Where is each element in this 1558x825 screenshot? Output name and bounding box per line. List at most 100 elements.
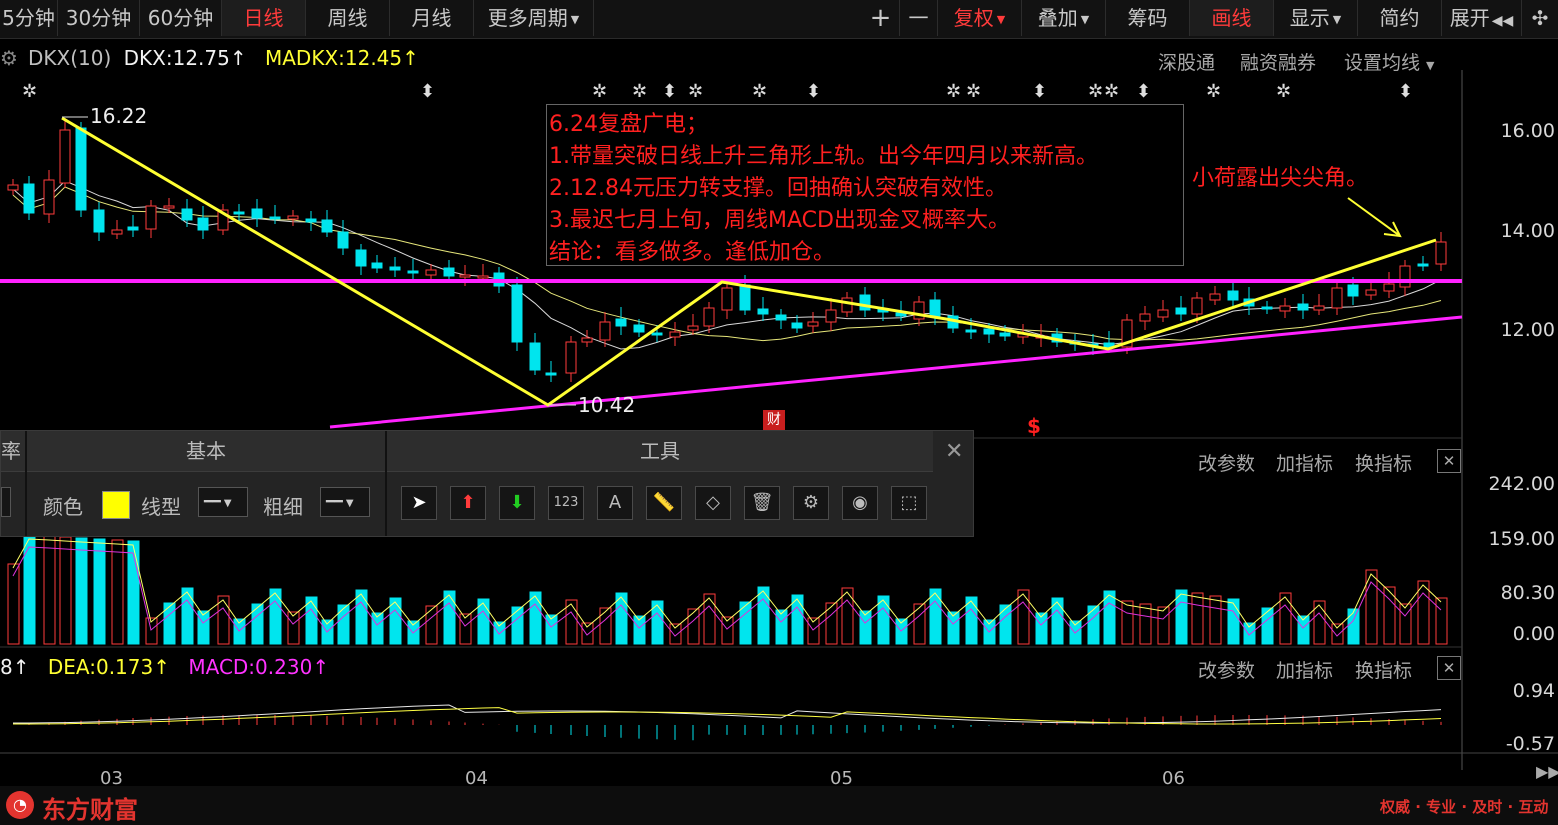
event-marker-icon: ✲	[688, 81, 703, 102]
toolbox-tab-fragment[interactable]: 率	[1, 431, 25, 472]
color-label: 颜色	[43, 495, 83, 519]
fuquan-dropdown[interactable]: 复权 ▼	[938, 0, 1022, 36]
close-icon[interactable]: ✕	[1437, 449, 1461, 473]
chevron-down-icon: ▼	[570, 12, 580, 26]
candle-body	[615, 318, 627, 327]
vol-tick-0: 0.00	[1512, 623, 1555, 645]
volume-bar	[337, 604, 350, 645]
support-trend-line[interactable]	[329, 315, 1463, 429]
vol-tick-80: 80.30	[1500, 582, 1555, 604]
period-weekly-button[interactable]: 周线	[306, 0, 390, 36]
macd-value: MACD:0.230	[188, 655, 313, 679]
volume-bar	[1279, 592, 1292, 645]
candle-body	[305, 218, 317, 223]
vol-change-params-link[interactable]: 改参数	[1198, 449, 1255, 476]
up-arrow-tool[interactable]: ⬆	[450, 486, 486, 520]
ruler-tool[interactable]: 📏	[646, 486, 682, 520]
simple-mode-button[interactable]: 简约	[1358, 0, 1442, 36]
gear-icon: ⚙	[802, 492, 820, 513]
macd-change-params-link[interactable]: 改参数	[1198, 656, 1255, 683]
volume-bar	[1157, 606, 1170, 645]
vol-switch-indicator-link[interactable]: 换指标	[1355, 449, 1412, 476]
right-annotation-text[interactable]: 小荷露出尖尖角。	[1192, 160, 1368, 192]
scroll-right-icon[interactable]: ▶▶	[1536, 762, 1558, 781]
period-30min-button[interactable]: 30分钟	[58, 0, 140, 36]
volume-bar	[913, 603, 926, 645]
candle-body	[1297, 303, 1309, 311]
event-marker-icon: ⬍	[806, 81, 821, 102]
finance-badge[interactable]: 财	[763, 410, 785, 430]
zoom-in-button[interactable]: +	[862, 0, 900, 36]
number-tool[interactable]: 123	[548, 486, 584, 520]
volume-bar	[511, 606, 524, 645]
chevron-down-icon: ▼	[345, 498, 354, 509]
tab-basic[interactable]: 基本	[27, 431, 385, 472]
event-marker-icon: ⬍	[1136, 81, 1151, 102]
candle-body	[181, 208, 193, 221]
event-marker-icon: ✲	[22, 81, 37, 102]
display-dropdown[interactable]: 显示 ▼	[1274, 0, 1358, 36]
draw-cursor-tool[interactable]: ⬚	[891, 486, 927, 520]
analysis-note-box[interactable]: 6.24复盘广电； 1.带量突破日线上升三角形上轨。出今年四月以来新高。 2.1…	[546, 104, 1184, 266]
candle-body	[43, 179, 55, 215]
candle-body	[233, 211, 245, 215]
macd-switch-indicator-link[interactable]: 换指标	[1355, 656, 1412, 683]
period-daily-button[interactable]: 日线	[222, 0, 306, 36]
expand-button[interactable]: 展开 ◀◀	[1442, 0, 1522, 36]
more-periods-dropdown[interactable]: 更多周期 ▼	[474, 0, 594, 36]
toolbox-select-fragment[interactable]	[1, 487, 11, 517]
candle-body	[371, 262, 383, 269]
volume-bar	[999, 604, 1012, 645]
close-icon[interactable]: ✕	[945, 439, 963, 464]
event-marker-icon: ✲	[1276, 81, 1291, 102]
candle-body	[825, 309, 837, 323]
candle-body	[703, 307, 715, 327]
chips-button[interactable]: 筹码	[1106, 0, 1190, 36]
thickness-select[interactable]: ━━ ▼	[320, 487, 370, 517]
candle-body	[599, 321, 611, 341]
overlay-dropdown[interactable]: 叠加 ▼	[1022, 0, 1106, 36]
settings-tool[interactable]: ⚙	[793, 486, 829, 520]
candle-body	[1331, 287, 1343, 309]
eraser-tool[interactable]: ◇	[695, 486, 731, 520]
volume-bar	[269, 588, 282, 645]
period-60min-button[interactable]: 60分钟	[140, 0, 222, 36]
chevron-down-icon: ▼	[1332, 12, 1342, 26]
annotation-arrow-line	[1347, 197, 1401, 237]
candle-body	[407, 270, 419, 274]
line-type-select[interactable]: ━━ ▼	[198, 487, 248, 517]
fullscreen-button[interactable]: ✣	[1522, 0, 1558, 36]
delete-tool[interactable]: 🗑	[744, 486, 780, 520]
period-monthly-button[interactable]: 月线	[390, 0, 474, 36]
text-tool[interactable]: A	[597, 486, 633, 520]
volume-bar	[1175, 589, 1188, 645]
dividend-badge[interactable]: $	[1027, 414, 1041, 438]
macd-title: 8↑ DEA:0.173↑ MACD:0.230↑	[0, 655, 329, 679]
candle-body	[633, 324, 645, 333]
candle-body	[1175, 307, 1187, 315]
thickness-label: 粗细	[263, 495, 303, 519]
candle-body	[459, 274, 471, 278]
eye-icon: ◉	[852, 492, 868, 513]
gear-icon[interactable]: ⚙	[0, 46, 24, 70]
tab-tools[interactable]: 工具	[387, 431, 933, 472]
candle-body	[287, 215, 299, 220]
display-label: 显示	[1289, 6, 1330, 30]
visibility-tool[interactable]: ◉	[842, 486, 878, 520]
period-5min-button[interactable]: 5分钟	[0, 0, 58, 36]
draw-cursor-icon: ⬚	[900, 492, 918, 513]
color-swatch[interactable]	[102, 491, 130, 519]
low-price-label: 10.42	[578, 393, 636, 417]
draw-line-button[interactable]: 画线	[1190, 0, 1274, 36]
up-arrow-icon: ↑	[12, 655, 30, 679]
double-left-arrow-icon: ◀◀	[1491, 13, 1514, 29]
volume-bar	[217, 595, 230, 645]
vol-add-indicator-link[interactable]: 加指标	[1276, 449, 1333, 476]
down-arrow-tool[interactable]: ⬇	[499, 486, 535, 520]
close-icon[interactable]: ✕	[1437, 656, 1461, 680]
zoom-out-button[interactable]: 一	[900, 0, 938, 36]
event-marker-icon: ✲	[632, 81, 647, 102]
cursor-tool[interactable]: ➤	[401, 486, 437, 520]
indicator-name[interactable]: DKX(10)	[28, 46, 111, 70]
macd-add-indicator-link[interactable]: 加指标	[1276, 656, 1333, 683]
